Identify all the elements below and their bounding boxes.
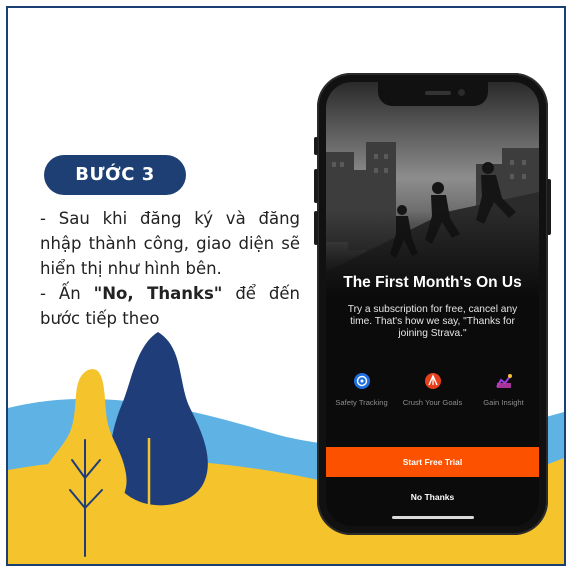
feature-label: Gain Insight (483, 398, 524, 407)
speaker-grille (424, 91, 451, 95)
offer-title: The First Month's On Us (343, 274, 522, 291)
crush-goals-icon (424, 373, 441, 389)
phone-screen: The First Month's On Us Try a subscripti… (326, 82, 539, 526)
front-camera (457, 89, 465, 96)
step-badge: BƯỚC 3 (44, 155, 186, 195)
safety-tracking-icon (353, 373, 370, 389)
instructions-text: - Sau khi đăng ký và đăng nhập thành côn… (40, 206, 300, 331)
phone-notch (377, 82, 488, 106)
home-indicator (392, 516, 474, 519)
feature-crush-goals: Crush Your Goals (400, 372, 466, 407)
phone-side-button (314, 137, 318, 155)
feature-list: Safety Tracking Crush Your Goals Gain In… (326, 372, 539, 407)
feature-label: Safety Tracking (335, 398, 388, 407)
start-free-trial-button[interactable]: Start Free Trial (326, 447, 539, 477)
instruction-prefix: - Ấn (40, 284, 94, 303)
instruction-line-1: - Sau khi đăng ký và đăng nhập thành côn… (40, 209, 300, 278)
offer-subtitle: Try a subscription for free, cancel any … (347, 304, 518, 339)
no-thanks-button[interactable]: No Thanks (326, 486, 539, 508)
instruction-line-2: - Ấn "No, Thanks" để đến bước tiếp theo (40, 281, 300, 331)
feature-label: Crush Your Goals (402, 398, 463, 407)
phone-volume-down (314, 211, 318, 245)
slide-frame: BƯỚC 3 - Sau khi đăng ký và đăng nhập th… (6, 6, 566, 566)
instruction-highlight: "No, Thanks" (93, 284, 223, 303)
feature-safety-tracking: Safety Tracking (329, 372, 395, 407)
hero-photo-runners (326, 82, 539, 297)
phone-mockup: The First Month's On Us Try a subscripti… (314, 73, 551, 535)
gain-insight-icon (495, 374, 512, 388)
phone-power-button (547, 179, 551, 235)
feature-gain-insight: Gain Insight (471, 372, 537, 407)
phone-volume-up (314, 169, 318, 203)
